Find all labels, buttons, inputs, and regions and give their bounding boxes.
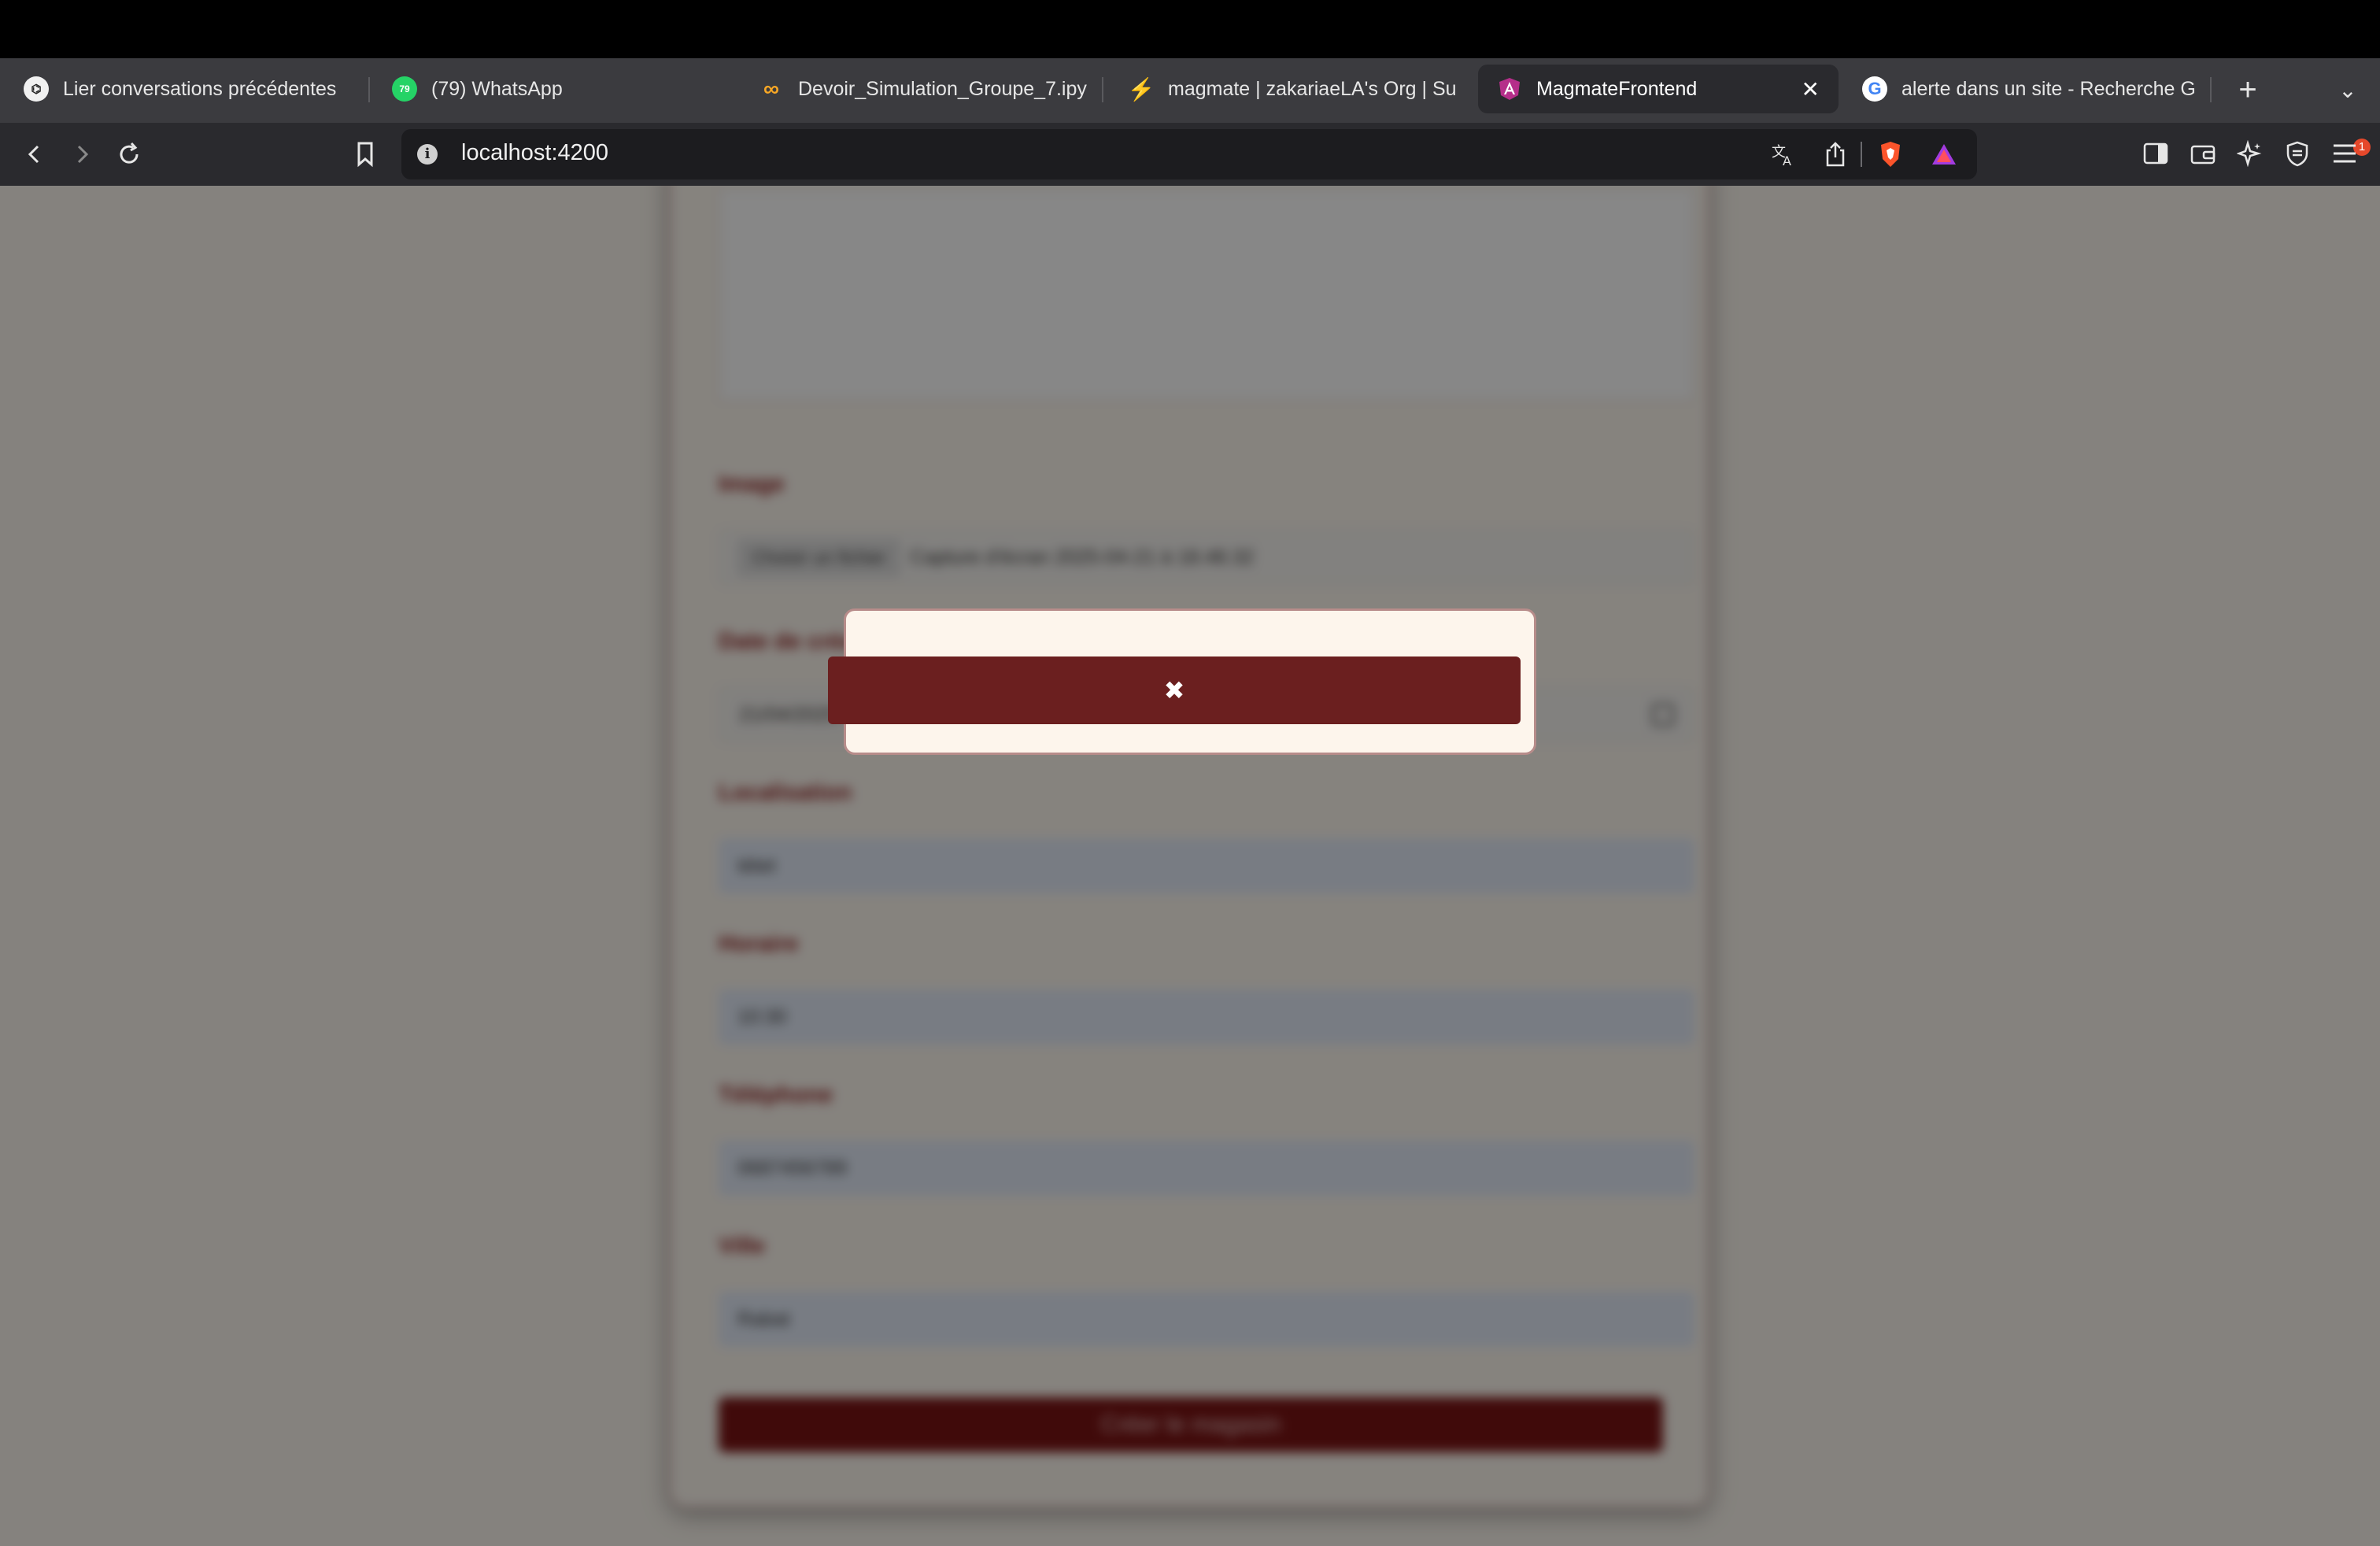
back-button[interactable]	[13, 132, 57, 176]
sidebar-toggle-icon[interactable]	[2136, 134, 2175, 173]
brave-rewards-icon[interactable]	[1928, 139, 1960, 170]
close-tab-icon[interactable]: ✕	[1802, 76, 1820, 102]
tab-title: magmate | zakariaeLA's Org | Su	[1168, 77, 1456, 100]
reload-icon	[120, 142, 139, 164]
brave-shields-icon[interactable]	[1875, 139, 1906, 170]
forward-arrow-icon	[77, 145, 89, 164]
colab-icon: ∞	[763, 76, 779, 101]
whatsapp-icon: 79	[392, 76, 417, 102]
modal-overlay[interactable]	[0, 186, 2380, 1546]
leo-ai-icon[interactable]	[2230, 134, 2270, 173]
share-icon[interactable]	[1820, 139, 1851, 170]
vpn-shield-icon[interactable]	[2278, 134, 2317, 173]
url-text[interactable]: localhost:4200	[461, 140, 608, 166]
tab-google-search[interactable]: G alerte dans un site - Recherche G	[1862, 65, 2208, 113]
tab-colab[interactable]: ∞ Devoir_Simulation_Groupe_7.ipy	[759, 65, 1089, 113]
modal-close-button[interactable]: ✖	[828, 656, 1521, 724]
svg-text:A: A	[1783, 153, 1791, 168]
address-separator	[1861, 142, 1862, 167]
back-arrow-icon	[28, 145, 39, 164]
openai-icon: ⌬	[24, 76, 49, 102]
tab-separator	[368, 77, 370, 102]
window-top-strip	[0, 0, 2380, 58]
translate-icon[interactable]: 文A	[1768, 139, 1799, 170]
tab-supabase[interactable]: ⚡ magmate | zakariaeLA's Org | Su	[1129, 65, 1456, 113]
tab-list-chevron-icon[interactable]: ⌄	[2328, 66, 2367, 113]
site-info-icon[interactable]: i	[417, 144, 438, 165]
tab-title: MagmateFrontend	[1536, 77, 1698, 100]
menu-icon[interactable]	[2325, 134, 2364, 173]
tab-title: Devoir_Simulation_Groupe_7.ipy	[798, 77, 1087, 100]
reload-button[interactable]	[107, 132, 151, 176]
angular-icon	[1497, 76, 1522, 102]
google-icon: G	[1862, 76, 1887, 102]
tab-chatgpt[interactable]: ⌬ Lier conversations précédentes	[24, 65, 354, 113]
page-viewport: Image Choisir un fichier Capture d'écran…	[0, 186, 2380, 1546]
wallet-icon[interactable]	[2183, 134, 2223, 173]
tab-title: alerte dans un site - Recherche G	[1901, 77, 2196, 100]
bookmark-button[interactable]	[343, 132, 387, 176]
tab-whatsapp[interactable]: 79 (79) WhatsApp	[392, 65, 738, 113]
supabase-icon: ⚡	[1129, 76, 1155, 102]
browser-toolbar: i localhost:4200 文A 1	[0, 123, 2380, 186]
tab-magmatefrontend[interactable]: MagmateFrontend ✕	[1478, 65, 1839, 113]
close-icon: ✖	[1163, 675, 1185, 705]
tab-title: (79) WhatsApp	[431, 77, 563, 100]
tab-separator	[1102, 77, 1103, 102]
address-bar[interactable]: i localhost:4200 文A 1	[401, 129, 2371, 179]
bookmark-icon	[357, 142, 373, 168]
forward-button[interactable]	[60, 132, 104, 176]
tab-bar: ⌬ Lier conversations précédentes 79 (79)…	[0, 58, 2380, 123]
tab-title: Lier conversations précédentes	[63, 77, 337, 100]
tab-separator	[2210, 77, 2212, 102]
new-tab-button[interactable]: +	[2224, 66, 2271, 113]
